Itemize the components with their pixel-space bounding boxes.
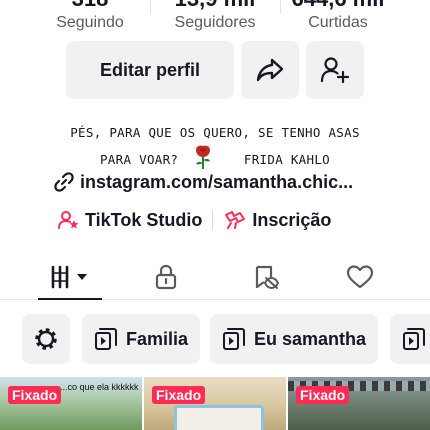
profile-link[interactable]: instagram.com/samantha.chic... — [54, 170, 353, 194]
tab-favorites[interactable] — [240, 254, 292, 300]
bio-text: Frida Kahlo — [243, 152, 330, 167]
bio-line: Pés, para que os quero, se tenho asas — [70, 125, 360, 140]
playlist-icon — [223, 328, 245, 350]
subscription-button[interactable]: Inscrição — [223, 210, 331, 231]
share-arrow-icon — [256, 58, 284, 82]
tools-divider — [212, 211, 214, 229]
video-thumbnail[interactable]: Fixado — [288, 377, 430, 430]
playlist-icon — [95, 328, 117, 350]
creator-tools: TikTok Studio Inscrição — [58, 206, 331, 234]
tiktok-studio-button[interactable]: TikTok Studio — [58, 210, 202, 231]
link-text: instagram.com/samantha.chic... — [80, 171, 354, 192]
followers-count: 13,9 mil — [155, 0, 275, 12]
followers-stat[interactable]: 13,9 mil Seguidores — [155, 0, 275, 32]
subscription-label: Inscrição — [252, 209, 332, 230]
likes-label: Curtidas — [308, 14, 368, 31]
videos-grid-icon — [51, 265, 87, 289]
tab-videos[interactable] — [38, 254, 102, 300]
thumbnail-object — [174, 405, 264, 430]
pinned-badge: Fixado — [8, 386, 62, 404]
lock-icon — [155, 264, 177, 290]
gear-icon — [35, 328, 57, 350]
video-thumbnail[interactable]: ...co que ela kkkkkk Fixado — [0, 377, 142, 430]
bookmark-hidden-icon — [255, 265, 280, 290]
tiktok-studio-label: TikTok Studio — [85, 209, 203, 230]
followers-label: Seguidores — [174, 14, 256, 31]
pinned-badge: Fixado — [152, 386, 206, 404]
following-label: Seguindo — [56, 14, 124, 31]
video-grid: ...co que ela kkkkkk Fixado Fixado Fixad… — [0, 377, 430, 430]
pinned-badge: Fixado — [296, 386, 350, 404]
profile-tabs — [0, 254, 430, 300]
following-stat[interactable]: 318 Seguindo — [30, 0, 150, 32]
tab-private[interactable] — [140, 254, 192, 300]
following-count: 318 — [30, 0, 150, 12]
playlist-icon — [403, 328, 425, 350]
profile-stats: 318 Seguindo 13,9 mil Seguidores 644,6 m… — [0, 0, 430, 38]
tab-liked[interactable] — [334, 254, 386, 300]
playlist-chip-more[interactable] — [390, 314, 430, 364]
video-caption: ...co que ela kkkkkk — [60, 382, 139, 392]
add-friend-icon — [320, 57, 350, 84]
stat-divider — [150, 0, 151, 14]
playlist-settings-button[interactable] — [22, 314, 70, 364]
likes-count: 644,6 mil — [278, 0, 398, 12]
likes-stat[interactable]: 644,6 mil Curtidas — [278, 0, 398, 32]
add-friends-button[interactable] — [306, 41, 364, 99]
playlist-row: Familia Eu samantha — [20, 314, 430, 364]
video-thumbnail[interactable]: Fixado — [144, 377, 286, 430]
active-tab-indicator — [38, 298, 102, 300]
studio-person-icon — [58, 211, 79, 229]
playlist-label: Eu samantha — [254, 328, 367, 349]
bio-text: para voar? — [99, 152, 179, 167]
playlist-chip-eu-samantha[interactable]: Eu samantha — [210, 314, 379, 364]
heart-icon — [346, 265, 374, 289]
edit-profile-button[interactable]: Editar perfil — [66, 41, 234, 99]
profile-bio: Pés, para que os quero, se tenho asas pa… — [30, 122, 400, 177]
share-profile-button[interactable] — [241, 41, 299, 99]
subscription-icon — [225, 211, 246, 229]
playlist-chip-familia[interactable]: Familia — [82, 314, 201, 364]
link-icon — [54, 172, 74, 192]
playlist-label: Familia — [126, 328, 189, 349]
